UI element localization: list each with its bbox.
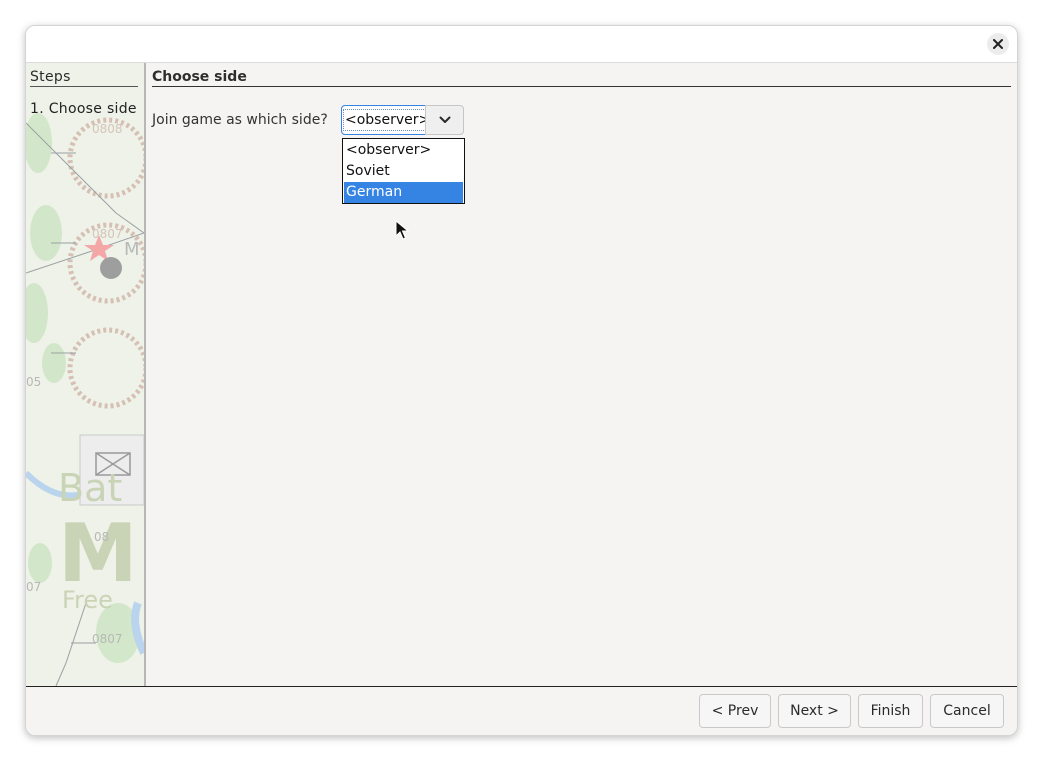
side-dropdown-list: <observer> Soviet German	[342, 138, 465, 204]
steps-panel: Bat M Free M 0807 0808 0807 05 07 08 Ste…	[26, 63, 146, 686]
side-prompt-label: Join game as which side?	[152, 112, 328, 128]
map-hex-label: 05	[26, 375, 41, 389]
cancel-button[interactable]: Cancel	[930, 694, 1004, 728]
side-option-soviet[interactable]: Soviet	[344, 161, 463, 182]
side-combobox[interactable]: <observer>	[341, 105, 464, 135]
map-hex-label: 0808	[92, 122, 123, 136]
map-background-image: Bat M Free M 0807 0808 0807 05 07 08	[26, 63, 144, 686]
mouse-pointer-icon	[395, 220, 409, 240]
prev-button[interactable]: < Prev	[699, 694, 771, 728]
chevron-down-icon	[439, 116, 450, 123]
close-button[interactable]	[987, 33, 1009, 55]
title-bar	[26, 26, 1017, 63]
steps-heading: Steps	[30, 69, 138, 87]
side-option-observer[interactable]: <observer>	[344, 140, 463, 161]
map-overlay-bat: Bat	[58, 466, 122, 510]
button-bar: < Prev Next > Finish Cancel	[26, 686, 1017, 735]
map-hex-label: 0807	[92, 227, 123, 241]
step-item-choose-side: 1. Choose side	[30, 101, 137, 117]
dialog-window: Bat M Free M 0807 0808 0807 05 07 08 Ste…	[25, 25, 1018, 736]
side-combobox-value[interactable]: <observer>	[341, 105, 433, 135]
finish-button[interactable]: Finish	[858, 694, 923, 728]
wizard-content: Choose side Join game as which side? <ob…	[146, 63, 1017, 686]
side-combobox-dropdown-button[interactable]	[425, 105, 464, 135]
svg-text:M: M	[124, 239, 140, 260]
map-overlay-free: Free	[62, 586, 113, 614]
page-title: Choose side	[152, 69, 1011, 87]
map-hex-label: 08	[94, 530, 109, 544]
side-option-german[interactable]: German	[344, 182, 463, 203]
side-combobox-text: <observer>	[343, 109, 433, 131]
map-hex-label: 0807	[92, 632, 123, 646]
close-icon	[993, 39, 1003, 49]
next-button[interactable]: Next >	[778, 694, 851, 728]
map-hex-label: 07	[26, 580, 41, 594]
